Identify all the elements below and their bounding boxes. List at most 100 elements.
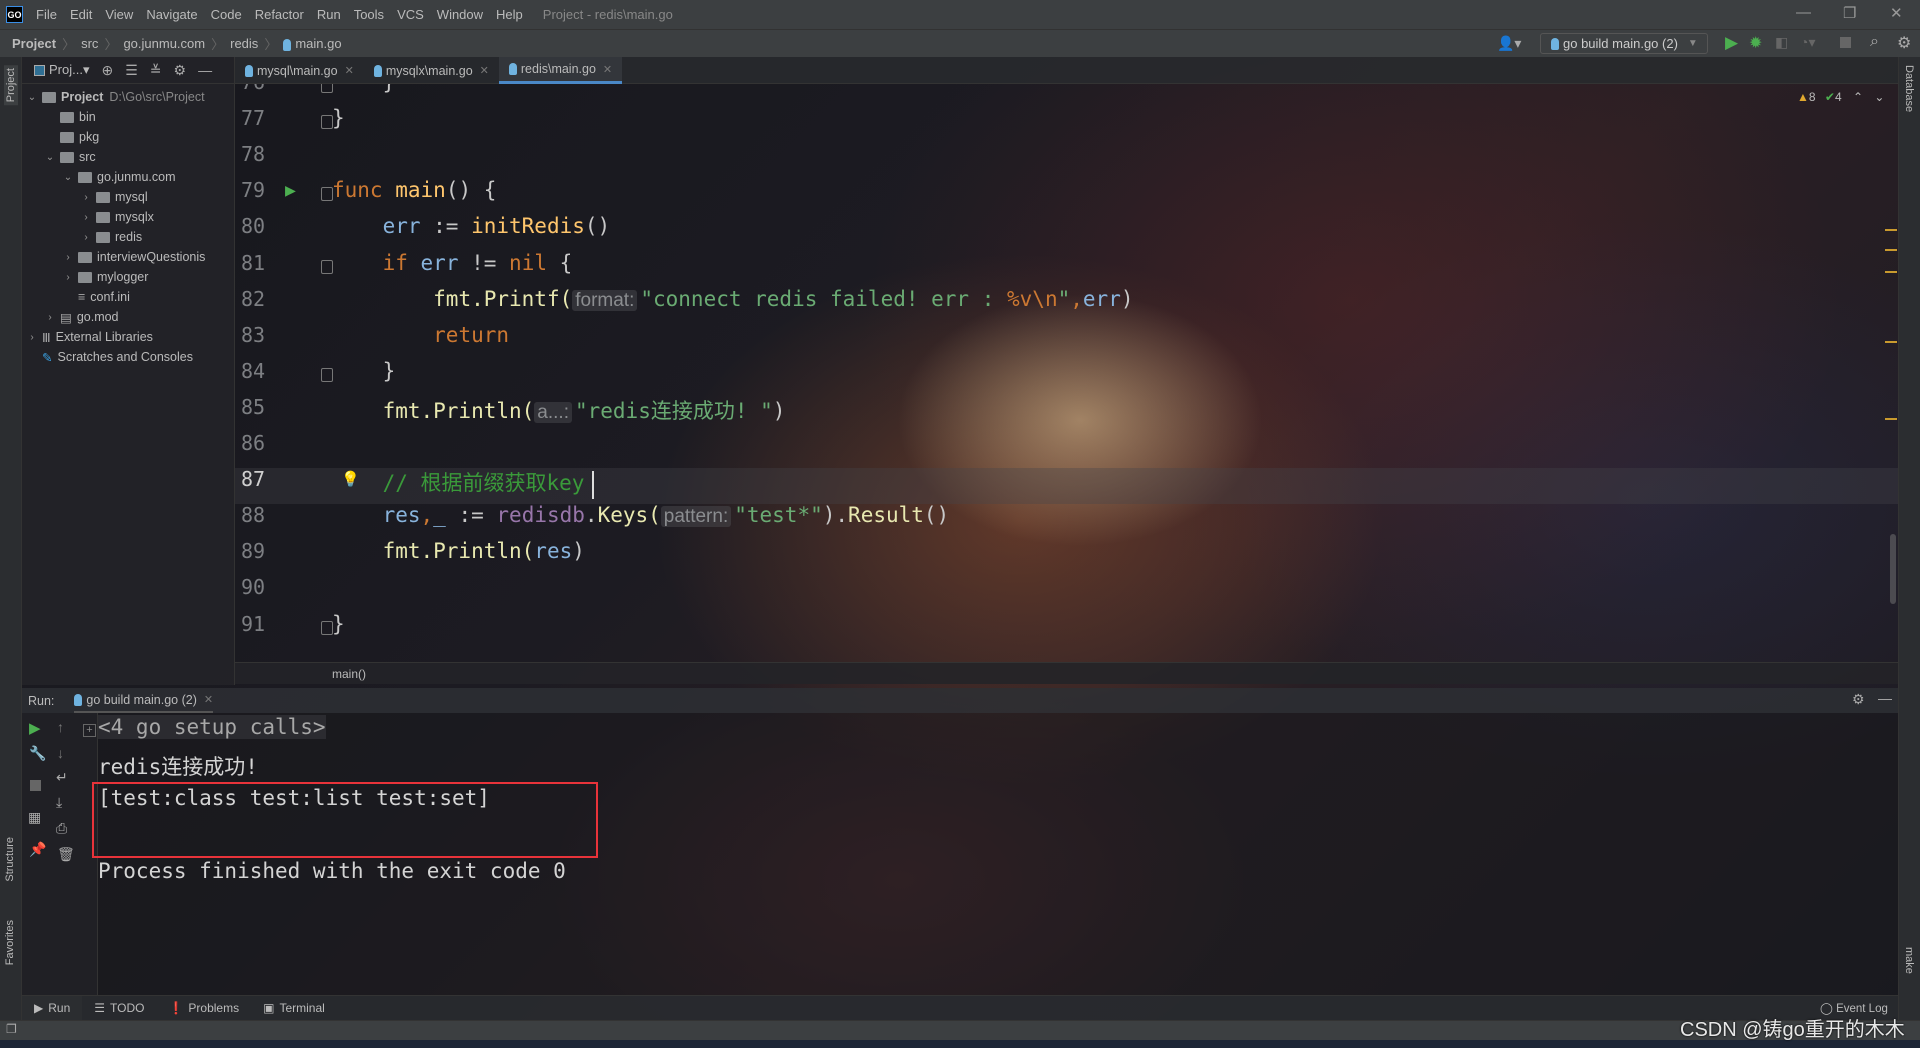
- code-line[interactable]: // 根据前缀获取key: [332, 467, 585, 497]
- fold-marker-icon[interactable]: [321, 620, 333, 635]
- stop-icon[interactable]: [30, 780, 41, 791]
- code-line[interactable]: if err != nil {: [332, 251, 573, 275]
- search-icon[interactable]: ⌕: [1870, 33, 1879, 51]
- console-folded-setup-calls[interactable]: <4 go setup calls>: [98, 715, 326, 739]
- run-button[interactable]: ▶: [1725, 33, 1738, 53]
- profile-icon[interactable]: ◔▾: [1800, 34, 1815, 51]
- menu-file[interactable]: File: [36, 7, 57, 22]
- fold-marker-icon[interactable]: [321, 115, 333, 130]
- tree-item[interactable]: › mysqlx: [80, 207, 154, 227]
- code-line[interactable]: }: [332, 612, 345, 636]
- tree-item[interactable]: › mysql: [80, 187, 147, 207]
- tree-item[interactable]: ⌄ src: [44, 147, 96, 167]
- code-line[interactable]: fmt.Println(res): [332, 539, 585, 563]
- tab-mysqlx-main-go[interactable]: mysqlx\main.go ✕: [364, 57, 499, 84]
- inspection-widget[interactable]: ▲8 ✔4 ⌃ ⌄: [1797, 90, 1884, 104]
- layout-icon[interactable]: ▦: [28, 809, 41, 826]
- project-view-dropdown[interactable]: Proj...▾: [34, 62, 90, 78]
- project-tool-tab[interactable]: Project: [4, 65, 18, 106]
- chevron-right-icon[interactable]: ›: [80, 212, 92, 223]
- print-icon[interactable]: ⎙: [56, 820, 67, 837]
- chevron-right-icon[interactable]: ›: [62, 252, 74, 263]
- chevron-down-icon[interactable]: ⌄: [44, 152, 56, 163]
- code-line[interactable]: return: [332, 323, 509, 347]
- tree-item[interactable]: › ▤ go.mod: [44, 307, 118, 327]
- breadcrumb-project[interactable]: Project: [12, 36, 56, 51]
- coverage-icon[interactable]: ◧: [1775, 34, 1788, 51]
- chevron-right-icon[interactable]: ›: [62, 272, 74, 283]
- tree-item[interactable]: ⌄ Project D:\Go\src\Project: [26, 87, 205, 107]
- tab-terminal[interactable]: ▣ Terminal: [251, 996, 337, 1021]
- fold-marker-icon[interactable]: [321, 367, 333, 382]
- code-line[interactable]: err := initRedis(): [332, 214, 611, 238]
- breadcrumb-main-go[interactable]: main.go: [283, 36, 342, 51]
- run-tab[interactable]: go build main.go (2) ✕: [74, 688, 214, 713]
- menu-navigate[interactable]: Navigate: [146, 7, 197, 22]
- code-line[interactable]: res,_ := redisdb.Keys(pattern: "test*").R…: [332, 503, 949, 528]
- menu-vcs[interactable]: VCS: [397, 7, 424, 22]
- previous-highlight-icon[interactable]: ⌃: [1853, 90, 1863, 104]
- restore-button[interactable]: ❐: [1843, 4, 1856, 22]
- menu-code[interactable]: Code: [211, 7, 242, 22]
- run-configuration-dropdown[interactable]: go build main.go (2) ▼: [1540, 33, 1708, 54]
- next-highlight-icon[interactable]: ⌄: [1874, 90, 1884, 104]
- tab-run[interactable]: ▶ Run: [22, 995, 83, 1021]
- close-tab-icon[interactable]: ✕: [603, 63, 612, 76]
- fold-marker-icon[interactable]: [321, 187, 333, 202]
- rerun-icon[interactable]: ▶: [29, 719, 41, 737]
- expand-icon[interactable]: +: [83, 724, 96, 737]
- scroll-to-end-icon[interactable]: ⤓: [56, 794, 62, 811]
- tab-mysql-main-go[interactable]: mysql\main.go ✕: [235, 57, 364, 84]
- breadcrumb-go-junmu-com[interactable]: go.junmu.com: [123, 36, 205, 51]
- code-editor[interactable]: 76 } 77} 78 79 func main() {▶ 80 err := initR…: [235, 84, 1898, 662]
- wrench-icon[interactable]: 🔧: [29, 745, 46, 762]
- tree-item[interactable]: › interviewQuestionis: [62, 247, 205, 267]
- tab-redis-main-go[interactable]: redis\main.go ✕: [498, 57, 623, 84]
- up-arrow-icon[interactable]: ↑: [57, 719, 64, 735]
- favorites-tool-tab[interactable]: Favorites: [4, 920, 16, 965]
- hide-icon[interactable]: —: [198, 62, 212, 78]
- down-arrow-icon[interactable]: ↓: [57, 745, 64, 761]
- code-line[interactable]: func main() {: [332, 178, 496, 202]
- close-tab-icon[interactable]: ✕: [345, 64, 354, 77]
- tree-item[interactable]: › Ⅲ External Libraries: [26, 327, 153, 347]
- fold-marker-icon[interactable]: [321, 84, 333, 93]
- expand-all-icon[interactable]: ☰: [125, 62, 138, 79]
- run-settings-gear-icon[interactable]: ⚙: [1852, 691, 1865, 708]
- chevron-right-icon[interactable]: ›: [80, 232, 92, 243]
- minimize-button[interactable]: —: [1796, 4, 1811, 21]
- collapse-all-icon[interactable]: ≚: [150, 62, 162, 79]
- chevron-right-icon[interactable]: ›: [44, 312, 56, 323]
- tree-item[interactable]: pkg: [44, 127, 99, 147]
- breadcrumb-redis[interactable]: redis: [230, 36, 258, 51]
- fold-marker-icon[interactable]: [321, 259, 333, 274]
- run-gutter-icon[interactable]: ▶: [285, 180, 296, 201]
- chevron-down-icon[interactable]: ⌄: [62, 172, 74, 183]
- editor-breadcrumb[interactable]: main(): [235, 662, 1898, 684]
- soft-wrap-icon[interactable]: ↵: [56, 769, 68, 786]
- code-line[interactable]: }: [332, 84, 396, 94]
- toggle-tool-windows-icon[interactable]: ❐: [6, 1022, 17, 1036]
- code-line[interactable]: fmt.Printf(format: "connect redis failed!…: [332, 287, 1134, 312]
- tree-item[interactable]: ≡ conf.ini: [62, 287, 130, 307]
- tree-item[interactable]: › redis: [80, 227, 142, 247]
- database-tool-tab[interactable]: Database: [1903, 65, 1915, 112]
- menu-help[interactable]: Help: [496, 7, 523, 22]
- close-tab-icon[interactable]: ✕: [480, 64, 489, 77]
- structure-tool-tab[interactable]: Structure: [4, 837, 16, 882]
- menu-view[interactable]: View: [105, 7, 133, 22]
- locate-icon[interactable]: ⊕: [102, 62, 114, 79]
- tab-todo[interactable]: ☰ TODO: [82, 996, 156, 1021]
- close-tab-icon[interactable]: ✕: [204, 693, 213, 706]
- close-window-button[interactable]: ✕: [1890, 4, 1903, 22]
- chevron-right-icon[interactable]: ›: [26, 332, 38, 343]
- editor-scrollbar[interactable]: [1890, 534, 1896, 604]
- lightbulb-icon[interactable]: 💡: [341, 470, 360, 488]
- pin-icon[interactable]: 📌: [29, 841, 46, 858]
- hide-panel-icon[interactable]: —: [1878, 690, 1892, 706]
- gear-icon[interactable]: ⚙: [174, 62, 187, 79]
- menu-run[interactable]: Run: [317, 7, 341, 22]
- chevron-right-icon[interactable]: ›: [80, 192, 92, 203]
- menu-window[interactable]: Window: [437, 7, 483, 22]
- code-line[interactable]: fmt.Println(a...: "redis连接成功! "): [332, 395, 785, 425]
